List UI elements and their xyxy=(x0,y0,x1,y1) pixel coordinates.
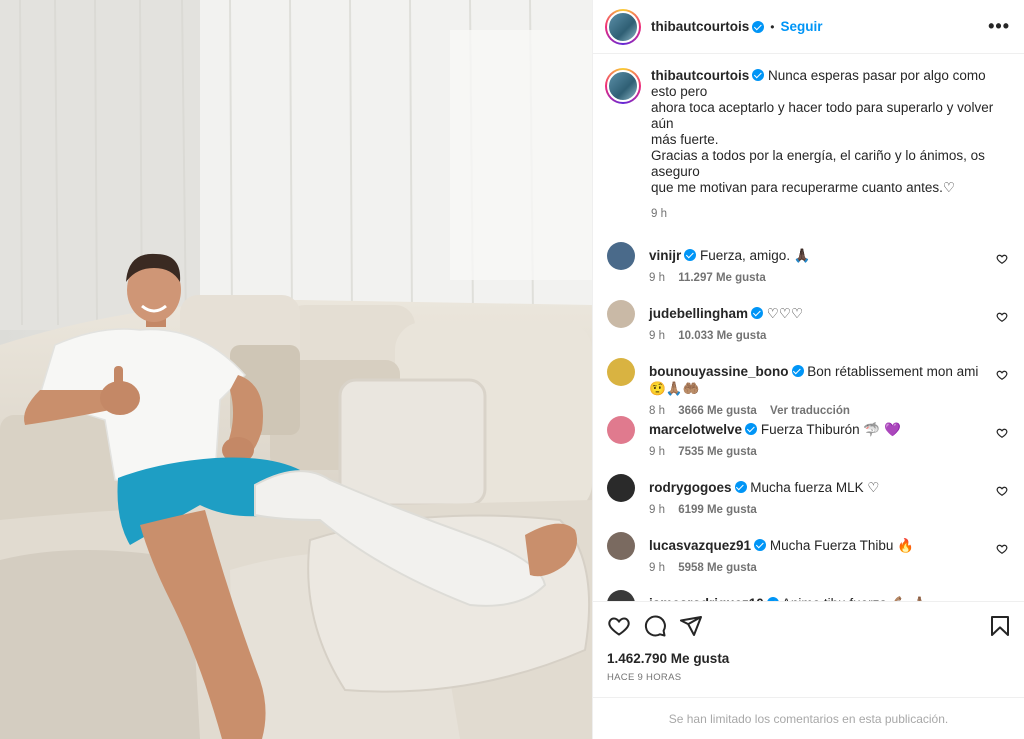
verified-badge-icon xyxy=(752,69,765,81)
instagram-post-modal: thibautcourtois • Seguir ••• thibautcour… xyxy=(0,0,1024,739)
caption-username[interactable]: thibautcourtois xyxy=(651,68,749,83)
commenter-username[interactable]: vinijr xyxy=(649,248,681,263)
caption-line: Gracias a todos por la energía, el cariñ… xyxy=(651,148,985,179)
heart-icon[interactable] xyxy=(996,543,1008,555)
commenter-username[interactable]: jamesrodriguez10 xyxy=(649,596,764,601)
post-photo[interactable] xyxy=(0,0,592,739)
bookmark-icon[interactable] xyxy=(988,614,1012,638)
heart-icon[interactable] xyxy=(996,369,1008,381)
verified-badge-icon xyxy=(791,365,804,377)
comment-item: marcelotwelve Fuerza Thiburón 🦈 💜 9 h 75… xyxy=(605,416,1010,474)
comment-time[interactable]: 9 h xyxy=(649,272,665,284)
follow-button[interactable]: Seguir xyxy=(780,19,822,34)
caption-author-avatar[interactable] xyxy=(605,68,641,104)
comment-body: vinijr Fuerza, amigo. 🙏🏿 9 h 11.297 Me g… xyxy=(649,242,995,287)
comment-text: Mucha Fuerza Thibu 🔥 xyxy=(769,538,914,553)
commenter-avatar[interactable] xyxy=(607,532,635,560)
comment-item: jamesrodriguez10 Animo tibu fuerza 💪🏽 🙏🏽… xyxy=(605,590,1010,601)
comment-time[interactable]: 9 h xyxy=(649,330,665,342)
comment-body: rodrygogoes Mucha fuerza MLK ♡ 9 h 6199 … xyxy=(649,474,995,519)
verified-badge-icon xyxy=(734,481,747,493)
commenter-username[interactable]: bounouyassine_bono xyxy=(649,364,789,379)
caption-timestamp[interactable]: 9 h xyxy=(651,206,1010,222)
comment-icon[interactable] xyxy=(643,614,667,638)
verified-badge-icon xyxy=(752,20,765,33)
comments-limited-notice: Se han limitado los comentarios en esta … xyxy=(593,697,1024,739)
comment-meta: 9 h 11.297 Me gusta xyxy=(649,270,995,287)
comment-text: Mucha fuerza MLK ♡ xyxy=(750,480,880,495)
comment-time[interactable]: 9 h xyxy=(649,562,665,574)
comment-body: judebellingham ♡♡♡ 9 h 10.033 Me gusta xyxy=(649,300,995,345)
commenter-username[interactable]: rodrygogoes xyxy=(649,480,732,495)
comment-like-count[interactable]: 11.297 Me gusta xyxy=(678,272,766,284)
comment-meta: 9 h 7535 Me gusta xyxy=(649,444,995,461)
comment-meta: 9 h 5958 Me gusta xyxy=(649,560,995,577)
comment-text: Fuerza, amigo. 🙏🏿 xyxy=(700,248,811,263)
comment-like-count[interactable]: 7535 Me gusta xyxy=(678,446,757,458)
comment-body: lucasvazquez91 Mucha Fuerza Thibu 🔥 9 h … xyxy=(649,532,995,577)
comment-item: bounouyassine_bono Bon rétablissement mo… xyxy=(605,358,1010,417)
commenter-avatar[interactable] xyxy=(607,358,635,386)
comment-item: lucasvazquez91 Mucha Fuerza Thibu 🔥 9 h … xyxy=(605,532,1010,590)
comment-time[interactable]: 9 h xyxy=(649,446,665,458)
comments-scroll-area[interactable]: thibautcourtois Nunca esperas pasar por … xyxy=(593,54,1024,601)
comment-like-count[interactable]: 5958 Me gusta xyxy=(678,562,757,574)
commenter-avatar[interactable] xyxy=(607,590,635,601)
post-timestamp[interactable]: HACE 9 HORAS xyxy=(593,666,1024,683)
heart-icon[interactable] xyxy=(996,253,1008,265)
verified-badge-icon xyxy=(684,249,697,261)
heart-icon[interactable] xyxy=(607,614,631,638)
comment-item: rodrygogoes Mucha fuerza MLK ♡ 9 h 6199 … xyxy=(605,474,1010,532)
commenter-avatar[interactable] xyxy=(607,474,635,502)
heart-icon[interactable] xyxy=(996,427,1008,439)
comment-item: vinijr Fuerza, amigo. 🙏🏿 9 h 11.297 Me g… xyxy=(605,242,1010,300)
action-bar xyxy=(593,601,1024,649)
comment-like-count[interactable]: 6199 Me gusta xyxy=(678,504,757,516)
comment-meta: 9 h 6199 Me gusta xyxy=(649,502,995,519)
comment-like-count[interactable]: 10.033 Me gusta xyxy=(678,330,766,342)
like-count[interactable]: 1.462.790 Me gusta xyxy=(593,649,1024,666)
comment-body: bounouyassine_bono Bon rétablissement mo… xyxy=(649,358,995,420)
comment-list: vinijr Fuerza, amigo. 🙏🏿 9 h 11.297 Me g… xyxy=(605,242,1010,601)
commenter-username[interactable]: judebellingham xyxy=(649,306,748,321)
commenter-avatar[interactable] xyxy=(607,416,635,444)
commenter-username[interactable]: lucasvazquez91 xyxy=(649,538,751,553)
caption-line: más fuerte. xyxy=(651,132,719,147)
verified-badge-icon xyxy=(754,539,767,551)
comment-body: marcelotwelve Fuerza Thiburón 🦈 💜 9 h 75… xyxy=(649,416,995,461)
heart-icon[interactable] xyxy=(996,485,1008,497)
post-side-panel: thibautcourtois • Seguir ••• thibautcour… xyxy=(592,0,1024,739)
comment-meta: 9 h 10.033 Me gusta xyxy=(649,328,995,345)
separator-dot: • xyxy=(770,19,775,34)
author-avatar[interactable] xyxy=(605,8,641,45)
caption-line: ahora toca aceptarlo y hacer todo para s… xyxy=(651,100,994,131)
heart-icon[interactable] xyxy=(996,311,1008,323)
caption-body: thibautcourtois Nunca esperas pasar por … xyxy=(651,68,1010,222)
commenter-avatar[interactable] xyxy=(607,300,635,328)
commenter-avatar[interactable] xyxy=(607,242,635,270)
commenter-username[interactable]: marcelotwelve xyxy=(649,422,742,437)
caption-line: que me motivan para recuperarme cuanto a… xyxy=(651,180,956,195)
comment-time[interactable]: 9 h xyxy=(649,504,665,516)
author-username[interactable]: thibautcourtois xyxy=(651,19,749,34)
verified-badge-icon xyxy=(751,307,764,319)
comment-text: ♡♡♡ xyxy=(766,306,804,321)
comment-item: judebellingham ♡♡♡ 9 h 10.033 Me gusta xyxy=(605,300,1010,358)
photo-illustration xyxy=(0,0,592,739)
comment-body: jamesrodriguez10 Animo tibu fuerza 💪🏽 🙏🏽… xyxy=(649,590,995,601)
post-caption: thibautcourtois Nunca esperas pasar por … xyxy=(605,68,1010,222)
share-icon[interactable] xyxy=(679,614,703,638)
comment-text: Fuerza Thiburón 🦈 💜 xyxy=(760,422,901,437)
verified-badge-icon xyxy=(745,423,758,435)
post-header: thibautcourtois • Seguir ••• xyxy=(593,0,1024,54)
more-options-icon[interactable]: ••• xyxy=(988,16,1010,37)
verified-badge-icon xyxy=(766,597,779,601)
comment-text: Animo tibu fuerza 💪🏽 🙏🏽 xyxy=(782,596,928,601)
